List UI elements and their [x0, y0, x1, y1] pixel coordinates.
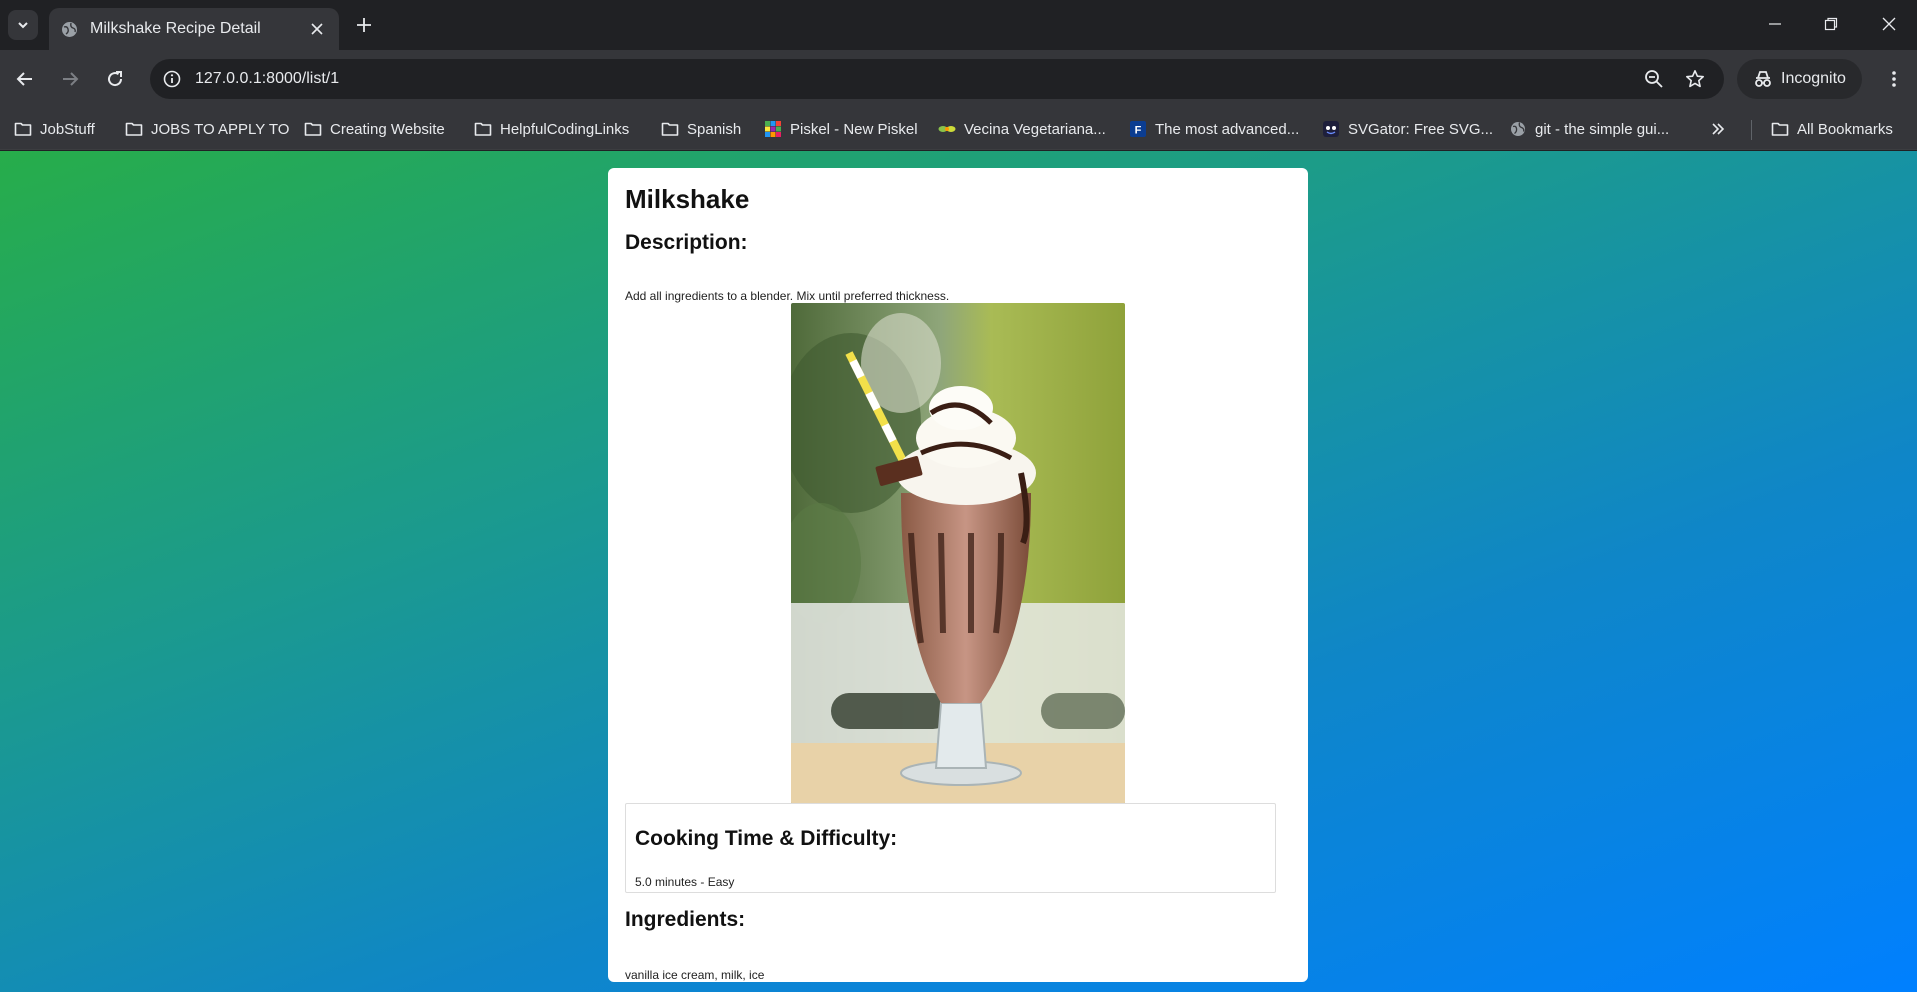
zoom-icon[interactable] — [1642, 67, 1666, 91]
tab-search-button[interactable] — [8, 10, 38, 40]
minimize-button[interactable] — [1747, 0, 1803, 48]
all-bookmarks-button[interactable]: All Bookmarks — [1771, 117, 1893, 141]
bookmark-git[interactable]: git - the simple gui... — [1509, 117, 1669, 141]
folder-icon — [661, 120, 679, 138]
bookmarks-bar: JobStuff JOBS TO APPLY TO Creating Websi… — [0, 108, 1917, 150]
restore-icon — [1824, 17, 1838, 31]
address-bar[interactable]: 127.0.0.1:8000/list/1 — [150, 59, 1724, 99]
bookmarks-divider — [1751, 120, 1752, 140]
arrow-right-icon — [63, 72, 79, 86]
bookmark-label: HelpfulCodingLinks — [500, 120, 630, 138]
cooking-time-box: Cooking Time & Difficulty: 5.0 minutes -… — [625, 803, 1276, 893]
bookmark-label: JobStuff — [40, 120, 95, 138]
milkshake-image — [791, 303, 1125, 804]
bookmark-most-advanced[interactable]: F The most advanced... — [1129, 117, 1299, 141]
tab-bar: Milkshake Recipe Detail — [0, 0, 1917, 50]
bookmark-jobs-to-apply[interactable]: JOBS TO APPLY TO — [125, 117, 289, 141]
cooking-time-heading: Cooking Time & Difficulty: — [635, 827, 898, 850]
bookmark-jobstuff[interactable]: JobStuff — [14, 117, 95, 141]
bookmark-creating-website[interactable]: Creating Website — [304, 117, 445, 141]
close-tab-icon[interactable] — [307, 19, 327, 39]
bookmark-svgator[interactable]: SVGator: Free SVG... — [1322, 117, 1493, 141]
description-text: Add all ingredients to a blender. Mix un… — [625, 289, 950, 303]
more-vert-icon — [1892, 71, 1896, 87]
active-tab[interactable]: Milkshake Recipe Detail — [49, 8, 339, 50]
bookmark-label: git - the simple gui... — [1535, 120, 1670, 138]
reload-button[interactable] — [100, 64, 130, 94]
folder-icon — [1771, 120, 1789, 138]
folder-icon — [304, 120, 322, 138]
globe-icon — [1509, 120, 1527, 138]
bookmark-label: SVGator: Free SVG... — [1348, 120, 1494, 138]
globe-icon — [61, 21, 78, 38]
bookmark-label: Spanish — [687, 120, 742, 138]
bookmark-spanish[interactable]: Spanish — [661, 117, 741, 141]
toolbar: 127.0.0.1:8000/list/1 Incognito — [0, 50, 1917, 108]
svgator-icon — [1322, 120, 1340, 138]
folder-icon — [474, 120, 492, 138]
bookmark-label: Piskel - New Piskel — [790, 120, 918, 138]
browser-menu-button[interactable] — [1879, 64, 1909, 94]
bookmark-label: Vecina Vegetariana... — [964, 120, 1106, 138]
description-heading: Description: — [625, 231, 748, 254]
incognito-label: Incognito — [1781, 70, 1846, 87]
site-info-icon[interactable] — [158, 65, 186, 93]
bookmark-piskel[interactable]: Piskel - New Piskel — [764, 117, 918, 141]
close-window-button[interactable] — [1861, 0, 1917, 48]
bookmark-helpful-coding-links[interactable]: HelpfulCodingLinks — [474, 117, 629, 141]
bookmark-label: The most advanced... — [1155, 120, 1300, 138]
ingredients-text: vanilla ice cream, milk, ice — [625, 968, 765, 982]
forward-button[interactable] — [55, 64, 85, 94]
back-button[interactable] — [10, 64, 40, 94]
folder-icon — [125, 120, 143, 138]
restore-button[interactable] — [1803, 0, 1859, 48]
incognito-icon — [1755, 71, 1771, 87]
tab-title: Milkshake Recipe Detail — [90, 20, 261, 37]
incognito-button[interactable]: Incognito — [1737, 59, 1862, 99]
bookmark-label: JOBS TO APPLY TO — [151, 120, 290, 138]
bookmark-star-icon[interactable] — [1683, 67, 1707, 91]
more-bookmarks-button[interactable] — [1711, 117, 1725, 141]
url-text: 127.0.0.1:8000/list/1 — [195, 70, 340, 87]
cooking-time-text: 5.0 minutes - Easy — [635, 875, 735, 889]
recipe-title: Milkshake — [625, 184, 750, 214]
bookmark-label: Creating Website — [330, 120, 445, 138]
page-viewport: Milkshake Description: Add all ingredien… — [0, 151, 1917, 992]
folder-icon — [14, 120, 32, 138]
ingredients-heading: Ingredients: — [625, 908, 746, 931]
plus-icon — [357, 18, 371, 32]
minimize-icon — [1769, 23, 1781, 25]
double-chevron-right-icon — [1712, 123, 1725, 135]
reload-icon — [108, 71, 123, 87]
chevron-down-icon — [18, 22, 28, 29]
new-tab-button[interactable] — [352, 13, 376, 37]
all-bookmarks-label: All Bookmarks — [1797, 120, 1893, 138]
f-icon: F — [1129, 120, 1147, 138]
bookmark-vecina-vegetariana[interactable]: Vecina Vegetariana... — [938, 117, 1106, 141]
close-icon — [1882, 17, 1896, 31]
arrow-left-icon — [16, 72, 32, 86]
piskel-icon — [764, 120, 782, 138]
svg-text:F: F — [1135, 125, 1142, 137]
recipe-card: Milkshake Description: Add all ingredien… — [608, 168, 1308, 982]
vecina-icon — [938, 120, 956, 138]
